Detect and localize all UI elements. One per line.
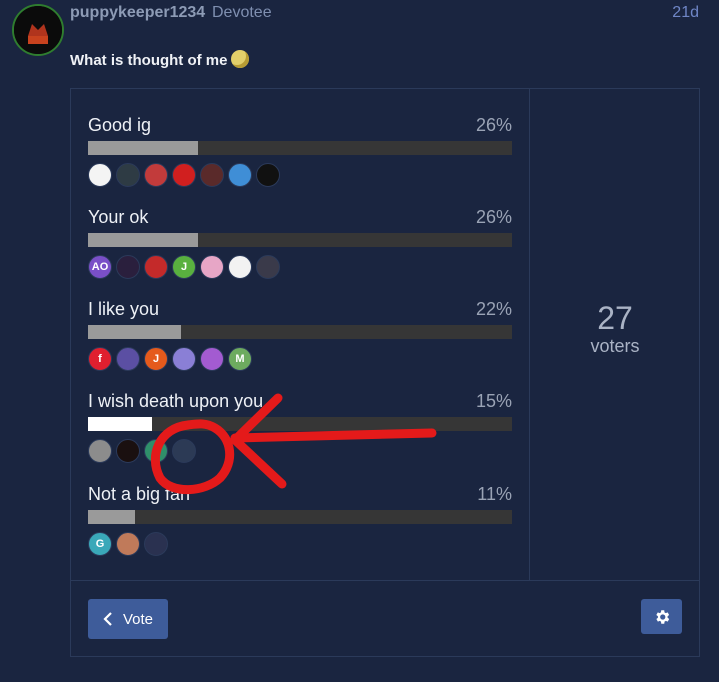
poll-option-bar xyxy=(88,233,512,247)
voter-avatar[interactable] xyxy=(200,255,224,279)
author-avatar[interactable] xyxy=(12,4,64,56)
poll-option-percent: 26% xyxy=(475,207,512,227)
poll-option-voters: G xyxy=(88,532,168,556)
poll-option-label: Good ig xyxy=(88,115,152,135)
poll-option-bar-fill xyxy=(88,510,135,524)
poll-option-bar xyxy=(88,510,512,524)
poll-option-percent: 26% xyxy=(475,115,512,135)
author-title: Devotee xyxy=(212,4,272,21)
poll-voter-count: 27 voters xyxy=(530,300,700,357)
voter-avatar[interactable] xyxy=(116,255,140,279)
post-text: What is thought of me xyxy=(70,52,228,69)
voter-avatar[interactable] xyxy=(172,163,196,187)
voter-avatar[interactable] xyxy=(144,532,168,556)
poll-option-label: Not a big fan xyxy=(88,484,191,504)
poll-option-voters: AO J xyxy=(88,255,280,279)
thinking-face-emoji xyxy=(231,50,250,68)
voter-avatar[interactable] xyxy=(116,163,140,187)
poll-option-voters: fJM xyxy=(88,347,252,371)
poll-option-bar xyxy=(88,417,512,431)
voter-avatar[interactable] xyxy=(116,347,140,371)
voter-avatar[interactable]: J xyxy=(172,255,196,279)
voter-avatar[interactable]: f xyxy=(88,347,112,371)
voter-count-number: 27 xyxy=(597,300,633,336)
post-body: What is thought of me xyxy=(70,50,250,69)
voter-avatar[interactable] xyxy=(144,163,168,187)
voter-avatar[interactable]: J xyxy=(144,347,168,371)
voter-avatar[interactable] xyxy=(228,163,252,187)
poll-settings-button[interactable] xyxy=(641,599,682,634)
poll-option-percent: 15% xyxy=(475,391,512,411)
poll-option-label: I wish death upon you xyxy=(88,391,264,411)
voter-avatar[interactable] xyxy=(200,163,224,187)
poll: Good ig 26% Your ok 26% AO J I like you 22% f J M I… xyxy=(70,88,700,657)
voter-avatar[interactable] xyxy=(256,163,280,187)
voter-avatar[interactable] xyxy=(88,163,112,187)
voter-avatar[interactable] xyxy=(144,439,168,463)
poll-option-bar xyxy=(88,141,512,155)
author-username[interactable]: puppykeeper1234 xyxy=(70,4,205,22)
voter-avatar[interactable] xyxy=(200,347,224,371)
voter-avatar[interactable] xyxy=(172,439,196,463)
poll-option-bar-fill xyxy=(88,141,199,155)
voter-avatar[interactable] xyxy=(172,347,196,371)
poll-option-percent: 22% xyxy=(475,299,512,319)
voter-avatar[interactable] xyxy=(88,439,112,463)
chevron-left-icon xyxy=(103,612,112,626)
poll-option-label: I like you xyxy=(88,299,160,319)
voter-avatar[interactable] xyxy=(256,255,280,279)
avatar-image xyxy=(14,6,62,54)
voter-count-label: voters xyxy=(590,336,640,357)
voter-avatar[interactable] xyxy=(116,532,140,556)
poll-option-bar-fill xyxy=(88,325,182,339)
voter-avatar[interactable] xyxy=(144,255,168,279)
vote-button-label: Vote xyxy=(122,610,154,628)
voter-avatar[interactable]: M xyxy=(228,347,252,371)
poll-option-percent: 11% xyxy=(477,484,512,504)
poll-option-voters xyxy=(88,163,280,187)
poll-option-bar-fill xyxy=(88,233,199,247)
poll-option-bar xyxy=(88,325,512,339)
poll-option-voters xyxy=(88,439,196,463)
poll-option-label: Your ok xyxy=(88,207,149,227)
voter-avatar[interactable]: AO xyxy=(88,255,112,279)
voter-avatar[interactable] xyxy=(116,439,140,463)
voter-avatar[interactable] xyxy=(228,255,252,279)
post-date[interactable]: 21d xyxy=(672,4,699,22)
voter-avatar[interactable]: G xyxy=(88,532,112,556)
vote-button[interactable]: Vote xyxy=(88,599,168,639)
gear-icon xyxy=(655,609,669,624)
poll-option-bar-fill xyxy=(88,417,152,431)
poll-footer-divider xyxy=(71,580,699,581)
